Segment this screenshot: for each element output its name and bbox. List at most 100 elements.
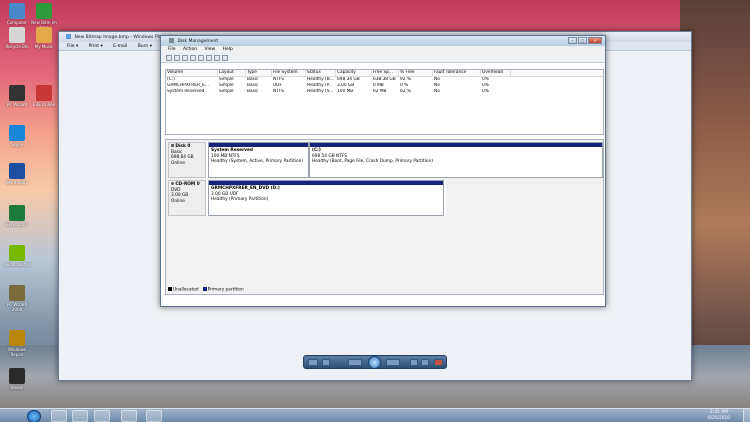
desktop-icon[interactable]: PC Wizard 2008 — [2, 285, 32, 312]
close-button[interactable]: × — [588, 37, 602, 44]
desktop-app-icon — [36, 3, 52, 19]
photo-viewer-print-menu[interactable]: Print ▾ — [89, 44, 103, 49]
desktop-icon-label: Word 2007 — [6, 180, 28, 185]
partition-status: Healthy (Boot, Page File, Crash Dump, Pr… — [312, 159, 433, 164]
desktop-icon[interactable]: EVE Online — [29, 85, 59, 107]
next-button[interactable] — [386, 359, 400, 366]
column-header[interactable]: % Free — [399, 70, 433, 76]
desktop-icon[interactable]: Excel 2007 — [2, 205, 32, 227]
column-header[interactable]: Free Sp... — [372, 70, 399, 76]
desktop-icon-label: PC Wizard 2008 — [6, 302, 28, 312]
volume-cell: 62 MB — [373, 89, 387, 94]
delete-button[interactable] — [434, 359, 443, 366]
partition-status: Healthy (Primary Partition) — [211, 197, 269, 202]
start-button[interactable] — [27, 410, 41, 422]
desktop-app-icon — [9, 3, 25, 19]
menu-action[interactable]: Action — [183, 47, 197, 52]
taskbar-explorer-icon[interactable] — [51, 410, 67, 422]
column-header[interactable]: Overhead — [481, 70, 511, 76]
disk-management-toolbar — [161, 53, 605, 63]
volume-cell: 62 % — [400, 89, 411, 94]
desktop-icon[interactable]: nvidia control — [2, 245, 32, 267]
volume-cell: 0% — [482, 89, 489, 94]
show-desktop-button[interactable] — [743, 409, 750, 422]
volume-list-header: Volume Layout Type File System Status Capacit… — [166, 70, 603, 77]
rotate-right-button[interactable] — [421, 359, 429, 366]
rotate-left-button[interactable] — [410, 359, 418, 366]
desktop-icon[interactable]: Word 2007 — [2, 163, 32, 185]
taskbar-photo-viewer-icon[interactable] — [146, 410, 162, 422]
maximize-button[interactable]: □ — [578, 37, 587, 44]
column-header[interactable]: File System — [272, 70, 306, 76]
column-header[interactable]: Layout — [218, 70, 246, 76]
desktop-app-icon — [36, 27, 52, 43]
desktop-app-icon — [9, 285, 25, 301]
volume-cell: No — [434, 89, 440, 94]
desktop-icon[interactable]: Windows Repair — [2, 330, 32, 357]
rescan-disks-icon[interactable] — [222, 55, 228, 61]
forward-arrow-icon[interactable] — [174, 55, 180, 61]
column-header[interactable]: Fault Tolerance — [433, 70, 481, 76]
clock-time: 2:41 AM — [710, 410, 728, 415]
disk-0-label[interactable]: Disk 0 Basic 698.64 GB Online — [168, 142, 206, 178]
desktop-icon[interactable]: PC Wizard — [2, 85, 32, 107]
desktop-icon[interactable]: My Music — [29, 27, 59, 49]
desktop-icon[interactable]: Skype — [2, 125, 32, 147]
minimize-button[interactable]: – — [568, 37, 577, 44]
partition-dvd[interactable]: GRMCHPXFRER_EN_DVD (D:) 3.00 GB UDF Heal… — [208, 180, 444, 216]
desktop-icon[interactable]: Steam — [2, 368, 32, 390]
zoom-button[interactable] — [308, 359, 318, 366]
refresh-icon[interactable] — [206, 55, 212, 61]
disk-management-titlebar[interactable]: Disk Management – □ × — [161, 36, 605, 46]
legend-swatch — [168, 286, 172, 291]
column-header[interactable]: Capacity — [336, 70, 372, 76]
disk-management-title: Disk Management — [177, 39, 219, 44]
desktop-app-icon — [9, 245, 25, 261]
desktop-app-icon — [9, 125, 25, 141]
partition-name: (C:) — [312, 148, 321, 153]
taskbar-media-player-icon[interactable] — [72, 410, 88, 422]
disk-management-window[interactable]: Disk Management – □ × File Action View H… — [160, 35, 606, 307]
column-header[interactable]: Volume — [166, 70, 218, 76]
partition-color-bar — [209, 181, 443, 185]
disk-management-app-icon — [169, 38, 174, 43]
partition-color-bar — [209, 143, 308, 147]
legend: Unallocated Primary partition — [168, 286, 244, 292]
previous-button[interactable] — [348, 359, 362, 366]
volume-row[interactable]: System Reserved Simple Basic NTFS Healthy (S… — [166, 89, 603, 95]
menu-help[interactable]: Help — [223, 47, 233, 52]
help-icon[interactable] — [190, 55, 196, 61]
taskbar-steam-icon[interactable] — [94, 410, 110, 422]
desktop-app-icon — [9, 163, 25, 179]
desktop-icon-label: PC Wizard — [6, 102, 28, 107]
console-tree-icon[interactable] — [182, 55, 188, 61]
desktop-app-icon — [9, 205, 25, 221]
slideshow-play-button[interactable] — [368, 356, 381, 369]
menu-file[interactable]: File — [168, 47, 176, 52]
photo-viewer-email-menu[interactable]: E-mail — [113, 44, 127, 49]
column-header[interactable]: Status — [306, 70, 336, 76]
legend-primary-partition: Primary partition — [202, 286, 244, 292]
desktop-icon[interactable]: New Bitm Im bmp — [29, 3, 59, 30]
desktop-icon[interactable]: Recycle Bin — [2, 27, 32, 49]
photo-viewer-controls — [303, 355, 447, 369]
system-clock[interactable]: 2:41 AM 6/25/2010 — [708, 410, 730, 421]
back-arrow-icon[interactable] — [166, 55, 172, 61]
desktop-icon[interactable]: Computer — [2, 3, 32, 25]
desktop-icon-label: Computer — [7, 20, 27, 25]
photo-viewer-file-menu[interactable]: File ▾ — [67, 44, 78, 49]
menu-view[interactable]: View — [205, 47, 216, 52]
column-header[interactable]: Type — [246, 70, 272, 76]
partition-system-reserved[interactable]: System Reserved 100 MB NTFS Healthy (Sys… — [208, 142, 309, 178]
partition-c-drive[interactable]: (C:) 698.54 GB NTFS Healthy (Boot, Page … — [309, 142, 603, 178]
photo-viewer-title: New Bitmap Image.bmp - Windows Photo V — [74, 35, 173, 40]
partition-status: Healthy (System, Active, Primary Partiti… — [211, 159, 304, 164]
export-list-icon[interactable] — [214, 55, 220, 61]
photo-viewer-burn-menu[interactable]: Burn ▾ — [138, 44, 152, 49]
actual-size-button[interactable] — [322, 359, 330, 366]
cdrom-0-type: DVD — [171, 187, 181, 193]
taskbar-disk-management-icon[interactable] — [121, 410, 137, 422]
desktop-app-icon — [9, 330, 25, 346]
cdrom-0-label[interactable]: CD-ROM 0 DVD 3.00 GB Online — [168, 180, 206, 216]
properties-icon[interactable] — [198, 55, 204, 61]
